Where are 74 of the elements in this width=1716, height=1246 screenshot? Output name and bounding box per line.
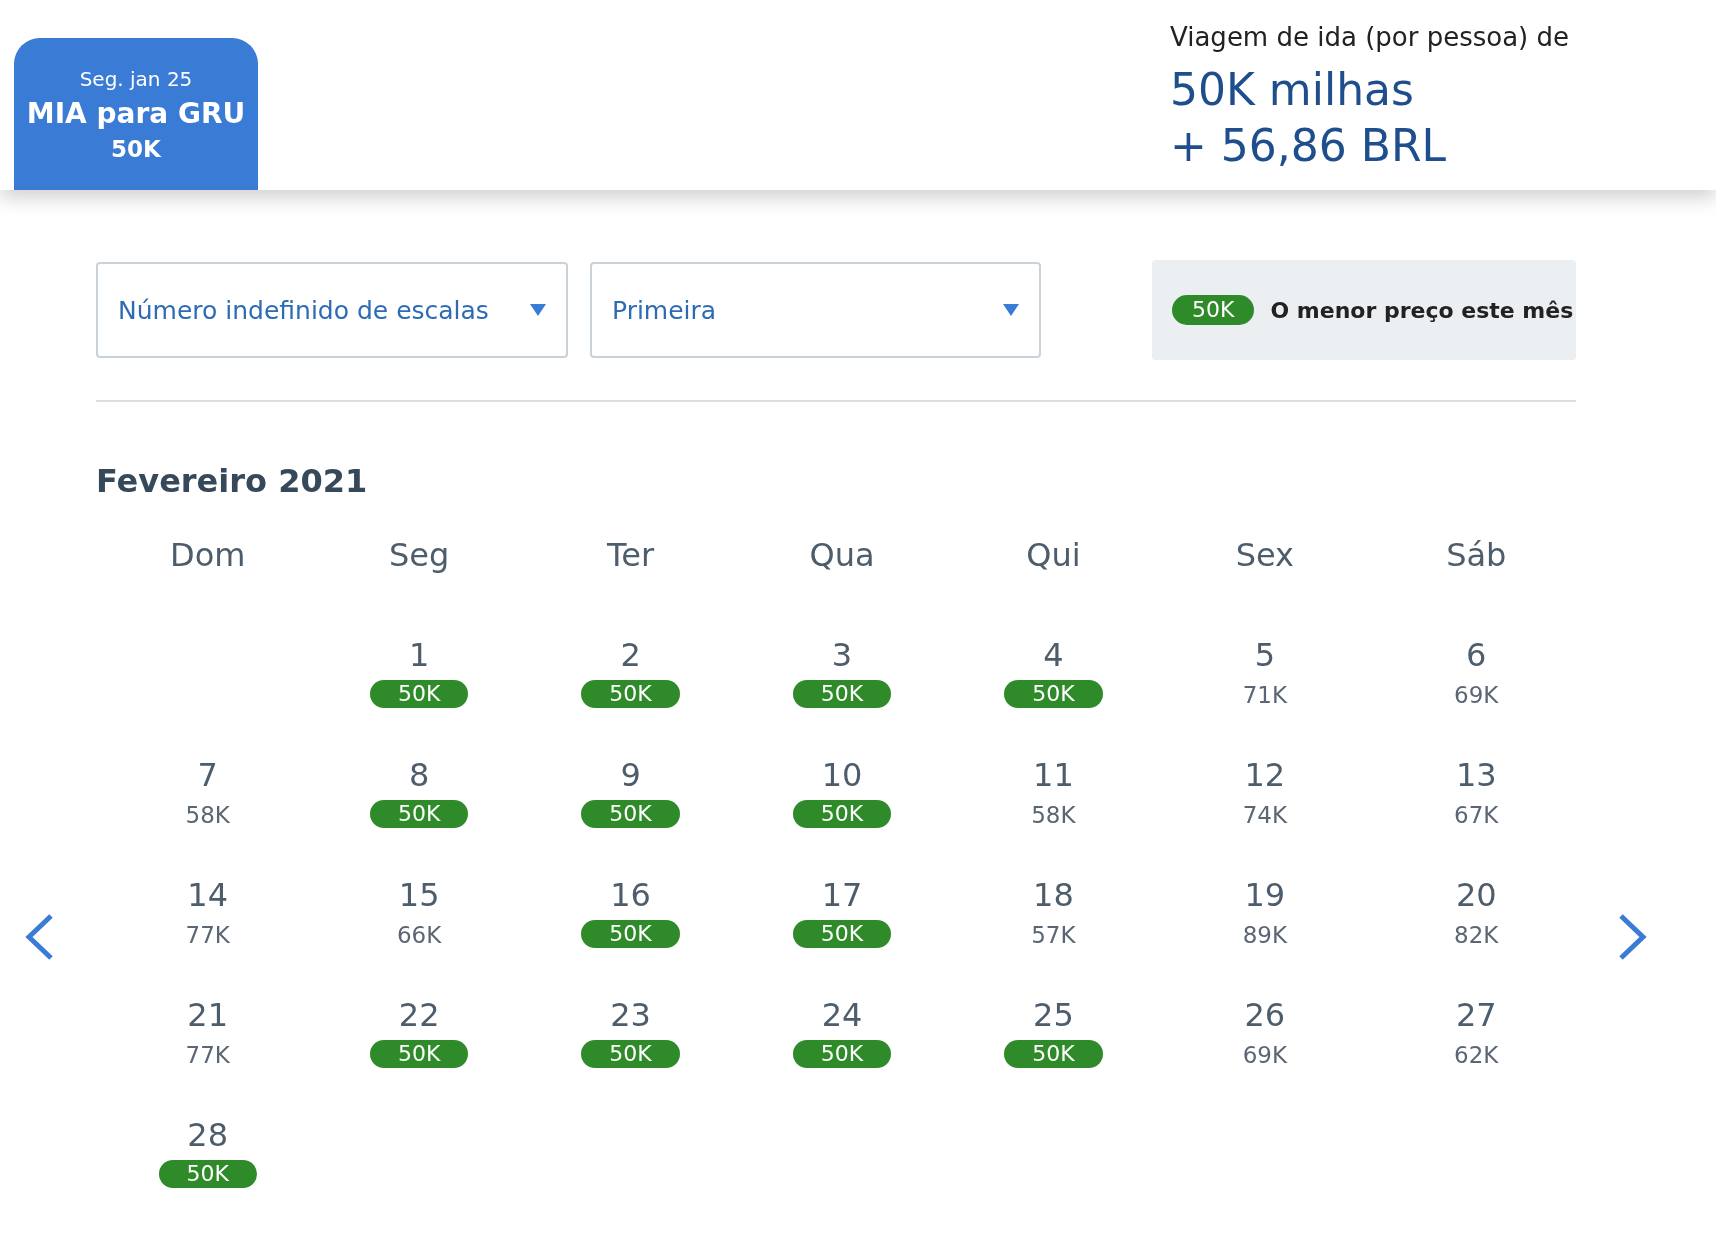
fare-label: Viagem de ida (por pessoa) de <box>1170 22 1570 52</box>
price-badge: 50K <box>792 920 892 948</box>
weekday-label: Ter <box>606 536 656 576</box>
day-number[interactable]: 24 <box>821 996 863 1034</box>
day-number[interactable]: 13 <box>1455 756 1497 794</box>
day-price: 77K <box>185 1041 230 1070</box>
day-number[interactable]: 6 <box>1466 636 1487 674</box>
day-price: 69K <box>1454 681 1499 710</box>
day-price: 69K <box>1242 1041 1288 1070</box>
day-price: 82K <box>1454 921 1499 950</box>
day-price: 58K <box>1031 801 1076 830</box>
price-badge: 50K <box>369 800 469 828</box>
day-price: 67K <box>1454 801 1499 830</box>
day-number[interactable]: 16 <box>610 876 651 914</box>
day-price: 62K <box>1454 1041 1499 1070</box>
price-badge: 50K <box>369 680 469 708</box>
miles-price: 50K milhas <box>1170 63 1415 117</box>
day-number[interactable]: 17 <box>821 876 863 914</box>
day-number[interactable]: 8 <box>408 756 430 794</box>
weekday-label: Qua <box>808 536 876 576</box>
day-price: 58K <box>185 801 230 830</box>
day-number[interactable]: 23 <box>610 996 651 1034</box>
day-number[interactable]: 5 <box>1254 636 1276 674</box>
filter-dropdown[interactable]: Primeira <box>590 262 1041 358</box>
day-number[interactable]: 28 <box>187 1116 229 1154</box>
day-number[interactable]: 3 <box>831 636 853 674</box>
price-badge: 50K <box>792 680 892 708</box>
price-badge: 50K <box>581 920 680 948</box>
price-badge: 50K <box>792 800 892 828</box>
day-price: 57K <box>1031 921 1076 950</box>
day-price: 74K <box>1242 801 1288 830</box>
day-number[interactable]: 2 <box>620 636 641 674</box>
flight-date-tab[interactable]: Seg. jan 25 MIA para GRU 50K <box>14 38 258 190</box>
dropdown-arrow-icon <box>1003 304 1019 316</box>
day-number[interactable]: 9 <box>620 756 641 794</box>
day-number[interactable]: 7 <box>197 756 218 794</box>
price-badge: 50K <box>369 1040 469 1068</box>
day-number[interactable]: 18 <box>1033 876 1074 914</box>
day-number[interactable]: 10 <box>821 756 863 794</box>
weekday-label: Seg <box>387 536 451 576</box>
day-number[interactable]: 20 <box>1455 876 1497 914</box>
weekday-label: Sex <box>1234 536 1296 576</box>
price-badge: 50K <box>792 1040 892 1068</box>
price-badge: 50K <box>1004 1040 1103 1068</box>
price-badge: 50K <box>158 1160 257 1188</box>
day-number[interactable]: 12 <box>1244 756 1286 794</box>
day-number[interactable]: 1 <box>408 636 430 674</box>
day-number[interactable]: 11 <box>1033 756 1074 794</box>
price-badge: 50K <box>581 800 680 828</box>
price-badge: 50K <box>1172 295 1255 325</box>
day-number[interactable]: 4 <box>1043 636 1064 674</box>
day-price: 71K <box>1242 681 1288 710</box>
weekday-label: Sáb <box>1445 536 1508 576</box>
day-price: 89K <box>1242 921 1288 950</box>
day-number[interactable]: 26 <box>1244 996 1286 1034</box>
price-badge: 50K <box>581 1040 680 1068</box>
day-number[interactable]: 15 <box>398 876 440 914</box>
price-badge: 50K <box>581 680 680 708</box>
day-number[interactable]: 14 <box>187 876 229 914</box>
day-number[interactable]: 22 <box>398 996 440 1034</box>
weekday-label: Dom <box>169 536 247 576</box>
day-number[interactable]: 21 <box>187 996 229 1034</box>
day-number[interactable]: 19 <box>1244 876 1286 914</box>
filter-dropdown[interactable]: Número indefinido de escalas <box>96 262 568 358</box>
day-number[interactable]: 27 <box>1455 996 1497 1034</box>
day-price: 66K <box>396 921 442 950</box>
day-number[interactable]: 25 <box>1033 996 1074 1034</box>
legend-text: O menor preço este mês <box>1270 297 1574 323</box>
day-price: 77K <box>185 921 230 950</box>
weekday-label: Qui <box>1025 536 1082 576</box>
cash-price: + 56,86 BRL <box>1170 119 1448 173</box>
month-title: Fevereiro 2021 <box>96 462 369 500</box>
price-badge: 50K <box>1004 680 1103 708</box>
dropdown-arrow-icon <box>530 304 546 316</box>
